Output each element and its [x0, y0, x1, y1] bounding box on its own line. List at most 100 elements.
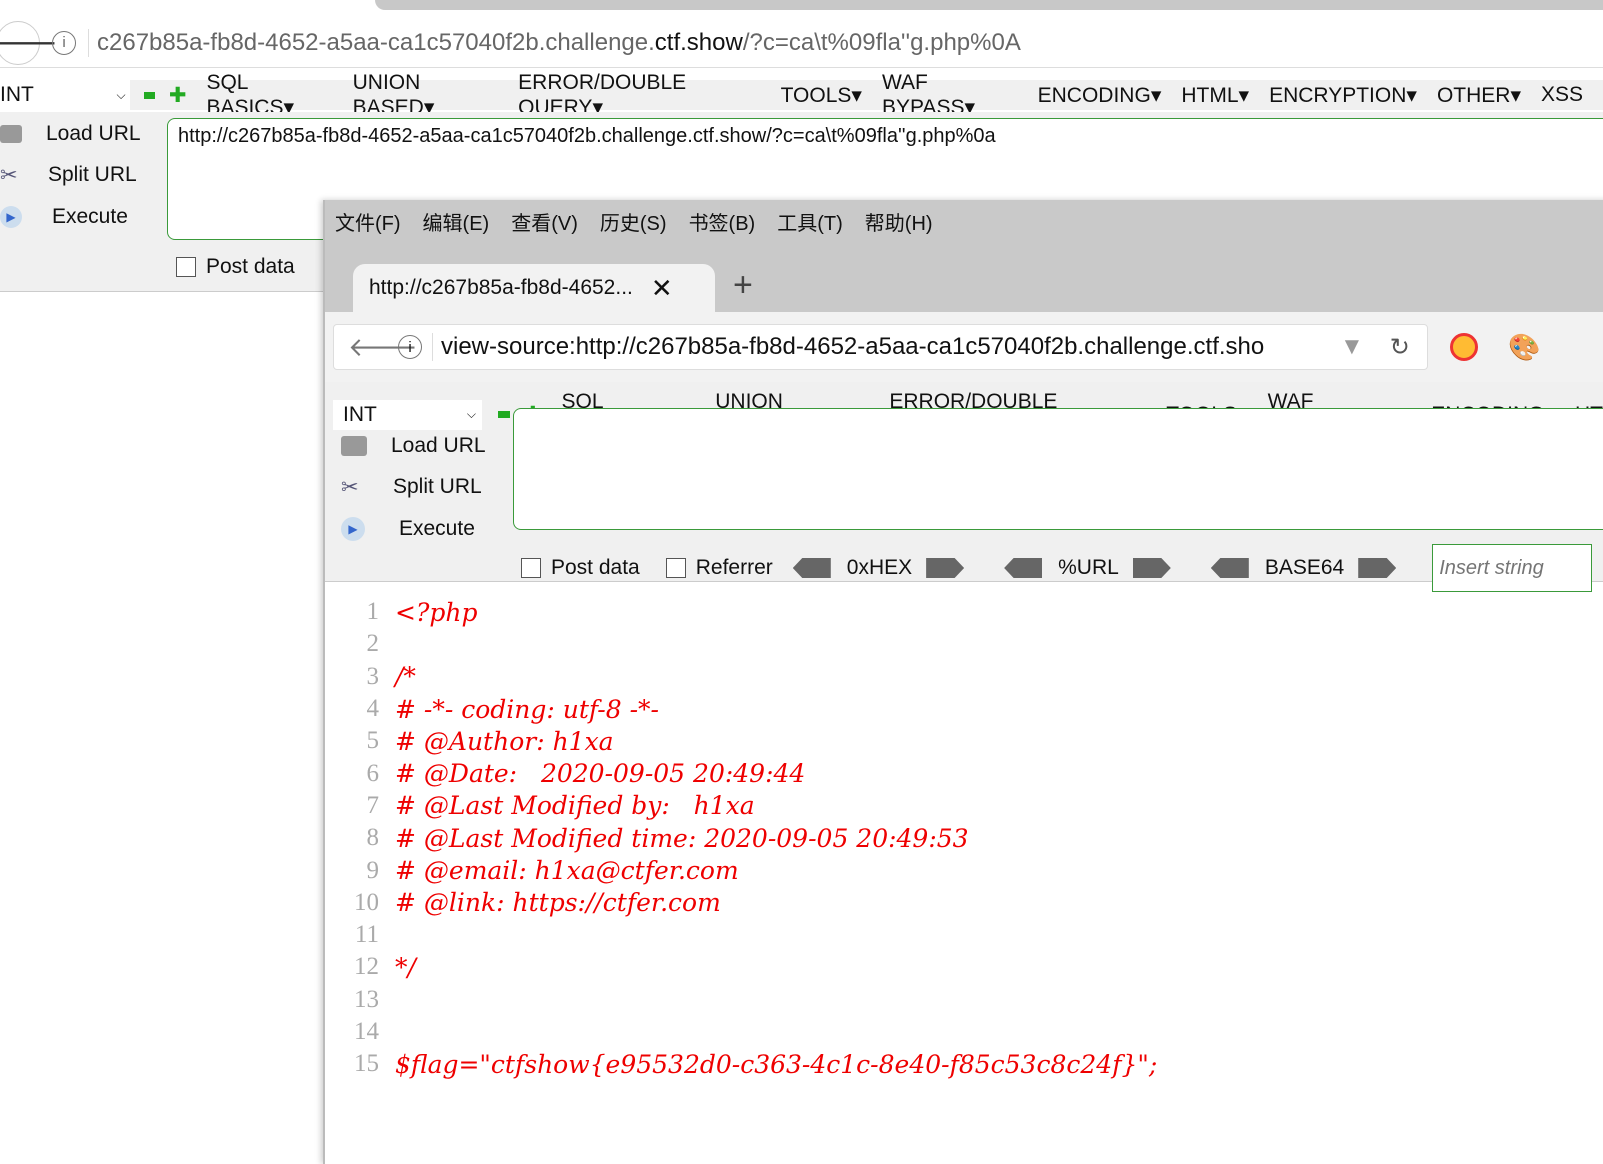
hex-encode-arrow-icon[interactable] — [926, 558, 965, 578]
code-line: 12 */ — [325, 951, 1603, 983]
code-text: */ — [395, 952, 416, 982]
line-number: 10 — [354, 888, 379, 916]
hackbar-panel: INT⌵ ✚ SQL BASICS▾ UNION BASED▾ ERROR/DO… — [325, 382, 1603, 592]
line-number: 9 — [366, 856, 380, 884]
menu-help[interactable]: 帮助(H) — [865, 207, 933, 236]
menu-edit[interactable]: 编辑(E) — [423, 207, 490, 236]
code-text: <?php — [395, 597, 478, 627]
encoding-select[interactable]: INT ⌵ — [0, 80, 130, 110]
blocker-icon[interactable] — [1450, 333, 1478, 361]
code-line: 3 /* — [325, 661, 1603, 693]
line-number: 8 — [366, 824, 380, 852]
dropdown-icon[interactable]: ▼ — [1340, 333, 1364, 361]
line-number: 2 — [366, 630, 380, 658]
source-code: 1 <?php 2 3 /* 4 # -*- coding: utf-8 -*- 5 # @Au… — [325, 582, 1603, 1080]
url-decode-arrow-icon[interactable] — [1004, 558, 1043, 578]
hex-label: 0xHEX — [846, 556, 913, 579]
base64-decode-arrow-icon[interactable] — [1210, 558, 1249, 578]
code-line: 8 # @Last Modified time: 2020-09-05 20:49… — [325, 822, 1603, 854]
code-text: # -*- coding: utf-8 -*- — [395, 694, 659, 724]
palette-icon[interactable]: 🎨 — [1508, 332, 1540, 363]
line-number: 12 — [354, 953, 379, 981]
line-number: 5 — [366, 727, 380, 755]
code-line: 13 — [325, 984, 1603, 1016]
back-icon[interactable]: 🡐 — [348, 332, 418, 363]
url-label: %URL — [1058, 556, 1119, 579]
url-text[interactable]: c267b85a-fb8d-4652-a5aa-ca1c57040f2b.cha… — [88, 28, 1021, 57]
tab-view-source[interactable]: http://c267b85a-fb8d-4652... ✕ — [353, 264, 715, 312]
load-icon — [0, 125, 22, 143]
code-text: # @Author: h1xa — [395, 726, 614, 756]
code-line: 9 # @email: h1xa@ctfer.com — [325, 854, 1603, 886]
code-text: # @link: https://ctfer.com — [395, 888, 721, 918]
minus-icon[interactable] — [498, 411, 510, 418]
menu-tools[interactable]: 工具(T) — [777, 207, 843, 236]
execute-button[interactable]: ▶ Execute — [341, 509, 475, 549]
play-icon: ▶ — [0, 206, 22, 228]
info-icon[interactable]: i — [398, 335, 422, 359]
line-number: 13 — [354, 985, 379, 1013]
code-text: /* — [395, 662, 416, 692]
address-bar[interactable]: 🡐 i view-source:http://c267b85a-fb8d-465… — [333, 324, 1428, 370]
referrer-checkbox[interactable]: Referrer — [665, 556, 773, 580]
play-icon: ▶ — [341, 517, 365, 541]
menu-history[interactable]: 历史(S) — [600, 207, 667, 236]
menu-view[interactable]: 查看(V) — [511, 207, 578, 236]
line-number: 7 — [366, 791, 380, 819]
menu-bookmarks[interactable]: 书签(B) — [689, 207, 756, 236]
base64-label: BASE64 — [1264, 556, 1345, 579]
nav-bar: 🡐 i view-source:http://c267b85a-fb8d-465… — [325, 312, 1603, 382]
new-tab-icon[interactable]: + — [733, 266, 753, 305]
post-data-checkbox[interactable]: Post data — [176, 255, 295, 279]
code-line: 4 # -*- coding: utf-8 -*- — [325, 693, 1603, 725]
insert-string-input[interactable] — [1432, 544, 1593, 592]
reload-icon[interactable]: ↻ — [1390, 333, 1410, 362]
address-bar[interactable]: 🡐 i c267b85a-fb8d-4652-a5aa-ca1c57040f2b… — [0, 18, 1603, 68]
minus-icon[interactable] — [143, 91, 155, 99]
hackbar-toolbar: INT ⌵ ✚ SQL BASICS▾ UNION BASED▾ ERROR/DO… — [0, 71, 1603, 119]
url-textarea[interactable] — [513, 408, 1603, 530]
line-number: 1 — [366, 598, 380, 626]
url-encode-arrow-icon[interactable] — [1132, 558, 1171, 578]
menu-xss[interactable]: XSS — [1541, 83, 1583, 107]
encoding-select[interactable]: INT ⌵ — [333, 399, 483, 430]
code-line: 5 # @Author: h1xa — [325, 725, 1603, 757]
code-line: 15 $flag="ctfshow{e95532d0-c363-4c1c-8e40… — [325, 1048, 1603, 1080]
code-text: $flag="ctfshow{e95532d0-c363-4c1c-8e40-f… — [395, 1049, 1158, 1079]
plus-icon[interactable]: ✚ — [169, 83, 187, 108]
line-number: 15 — [354, 1050, 379, 1078]
line-number: 4 — [366, 695, 380, 723]
url-text[interactable]: view-source:http://c267b85a-fb8d-4652-a5… — [432, 333, 1332, 361]
hex-decode-arrow-icon[interactable] — [792, 558, 831, 578]
code-text: # @Date: 2020-09-05 20:49:44 — [395, 759, 806, 789]
line-number: 14 — [354, 1018, 379, 1045]
menu-bar: 文件(F) 编辑(E) 查看(V) 历史(S) 书签(B) 工具(T) 帮助(H… — [325, 200, 1603, 242]
base64-encode-arrow-icon[interactable] — [1358, 558, 1397, 578]
menu-other[interactable]: OTHER▾ — [1437, 83, 1521, 108]
load-icon — [341, 436, 367, 456]
execute-button[interactable]: ▶ Execute — [0, 197, 128, 237]
split-url-button[interactable]: ✂ Split URL — [341, 467, 482, 507]
split-url-button[interactable]: ✂ Split URL — [0, 155, 137, 195]
code-line: 10 # @link: https://ctfer.com — [325, 887, 1603, 919]
menu-html[interactable]: HTML▾ — [1181, 83, 1249, 108]
back-icon[interactable]: 🡐 — [0, 20, 58, 65]
post-data-checkbox[interactable]: Post data — [521, 556, 640, 580]
menu-encoding[interactable]: ENCODING▾ — [1038, 83, 1162, 108]
load-url-button[interactable]: Load URL — [0, 114, 141, 154]
menu-tools[interactable]: TOOLS▾ — [781, 83, 862, 108]
code-line: 11 — [325, 919, 1603, 951]
menu-file[interactable]: 文件(F) — [335, 207, 401, 236]
close-tab-icon[interactable]: ✕ — [651, 273, 673, 304]
scissors-icon: ✂ — [0, 163, 18, 187]
line-number: 6 — [366, 759, 380, 787]
code-line: 7 # @Last Modified by: h1xa — [325, 790, 1603, 822]
code-line: 6 # @Date: 2020-09-05 20:49:44 — [325, 757, 1603, 789]
view-source-window: 文件(F) 编辑(E) 查看(V) 历史(S) 书签(B) 工具(T) 帮助(H… — [323, 200, 1603, 1164]
load-url-button[interactable]: Load URL — [341, 426, 486, 466]
tab-bar: http://c267b85a-fb8d-4652... ✕ + — [325, 242, 1603, 312]
code-text: # @Last Modified time: 2020-09-05 20:49:… — [395, 823, 969, 853]
menu-encryption[interactable]: ENCRYPTION▾ — [1269, 83, 1417, 108]
info-icon[interactable]: i — [52, 30, 76, 55]
code-line: 1 <?php — [325, 596, 1603, 628]
